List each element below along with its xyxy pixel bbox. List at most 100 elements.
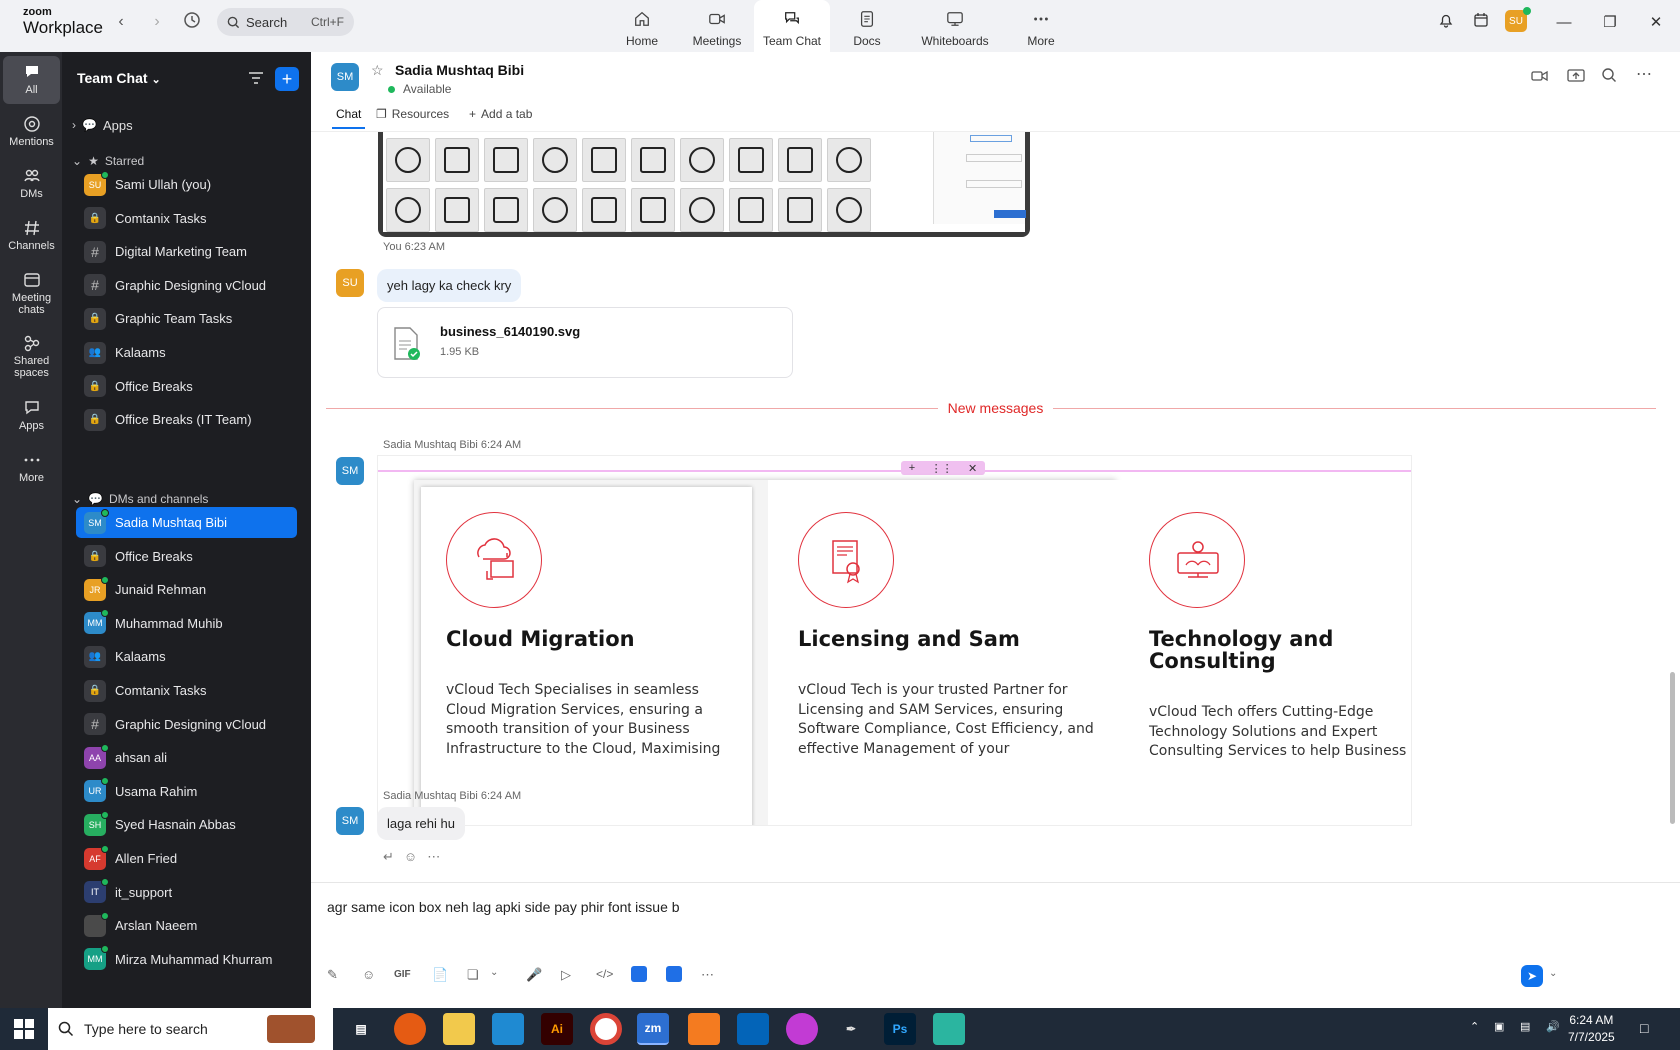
section-starred[interactable]: ⌄ ★ Starred bbox=[72, 151, 144, 171]
rail-more[interactable]: More bbox=[3, 444, 60, 492]
reply-icon[interactable]: ↵ bbox=[383, 849, 394, 865]
app-shortcut-icon[interactable] bbox=[666, 966, 682, 982]
chevron-down-icon[interactable]: ⌄ bbox=[490, 967, 498, 978]
sidebar-item[interactable]: 🔒 Comtanix Tasks bbox=[76, 675, 297, 706]
tab-more[interactable]: More bbox=[1003, 0, 1079, 52]
tab-meetings[interactable]: Meetings bbox=[679, 0, 755, 52]
pen-tool-icon[interactable]: ✒ bbox=[835, 1013, 867, 1045]
tab-whiteboards[interactable]: Whiteboards bbox=[912, 0, 998, 52]
back-arrow-icon[interactable]: ‹ bbox=[110, 11, 132, 33]
microphone-icon[interactable]: 🎤 bbox=[526, 967, 542, 983]
sidebar-item[interactable]: SU Sami Ullah (you) bbox=[76, 169, 297, 200]
sender-avatar[interactable]: SU bbox=[336, 269, 364, 297]
search-bar[interactable]: Search Ctrl+F bbox=[217, 8, 354, 36]
restore-icon[interactable]: ❐ bbox=[1597, 12, 1623, 34]
chrome-icon[interactable] bbox=[590, 1013, 622, 1045]
sidebar-item[interactable]: # Graphic Designing vCloud bbox=[76, 270, 297, 301]
forward-arrow-icon[interactable]: › bbox=[146, 11, 168, 33]
filter-icon[interactable] bbox=[247, 69, 267, 89]
more-icon[interactable]: ⋯ bbox=[427, 849, 440, 865]
sidebar-item[interactable]: 🔒 Graphic Team Tasks bbox=[76, 303, 297, 334]
rail-all[interactable]: All bbox=[3, 56, 60, 104]
sidebar-item[interactable]: AF Allen Fried bbox=[76, 843, 297, 874]
vscode-icon[interactable] bbox=[492, 1013, 524, 1045]
rail-apps[interactable]: Apps bbox=[3, 392, 60, 440]
gif-button[interactable]: GIF bbox=[394, 969, 411, 980]
section-dms[interactable]: ⌄ 💬 DMs and channels bbox=[72, 489, 208, 509]
image-attachment-preview[interactable] bbox=[378, 132, 1030, 237]
sidebar-item[interactable]: SM Sadia Mushtaq Bibi bbox=[76, 507, 297, 538]
app-logo[interactable]: zoom Workplace bbox=[23, 7, 103, 37]
profile-avatar[interactable]: SU bbox=[1505, 7, 1531, 32]
more-options-icon[interactable]: ⋯ bbox=[1636, 64, 1656, 84]
windows-start-icon[interactable] bbox=[14, 1019, 34, 1039]
volume-icon[interactable]: 🔊 bbox=[1546, 1020, 1560, 1033]
sidebar-item[interactable]: MM Muhammad Muhib bbox=[76, 608, 297, 639]
sidebar-item[interactable]: UR Usama Rahim bbox=[76, 776, 297, 807]
rail-shared-spaces[interactable]: Shared spaces bbox=[3, 327, 60, 383]
clock[interactable]: 6:24 AM 7/7/2025 bbox=[1568, 1013, 1615, 1044]
new-chat-button[interactable]: + bbox=[275, 67, 299, 91]
format-icon[interactable]: ✎ bbox=[327, 967, 338, 983]
app-shortcut-icon[interactable] bbox=[631, 966, 647, 982]
illustrator-icon[interactable]: Ai bbox=[541, 1013, 573, 1045]
history-icon[interactable] bbox=[181, 11, 203, 33]
more-icon[interactable]: ⋯ bbox=[701, 967, 714, 983]
tab-home[interactable]: Home bbox=[604, 0, 680, 52]
sender-avatar[interactable]: SM bbox=[336, 807, 364, 835]
sidebar-item[interactable]: 👥 Kalaams bbox=[76, 337, 297, 368]
emoji-icon[interactable]: ☺ bbox=[362, 967, 375, 982]
emoji-icon[interactable]: ☺ bbox=[404, 849, 417, 865]
network-icon[interactable]: ▤ bbox=[1520, 1020, 1530, 1033]
creative-cloud-icon[interactable] bbox=[786, 1013, 818, 1045]
code-icon[interactable]: </> bbox=[596, 967, 613, 981]
tab-resources[interactable]: ❐ Resources bbox=[376, 107, 449, 129]
sidebar-item[interactable]: MM Mirza Muhammad Khurram bbox=[76, 944, 297, 975]
zoom-icon[interactable]: zm bbox=[637, 1013, 669, 1045]
sidebar-item[interactable]: 👥 Kalaams bbox=[76, 641, 297, 672]
message-bubble[interactable]: laga rehi hu bbox=[377, 807, 465, 840]
tab-team-chat[interactable]: Team Chat bbox=[754, 0, 830, 52]
sidebar-item[interactable]: 🔒 Office Breaks bbox=[76, 371, 297, 402]
screenshot-icon[interactable]: ❏ bbox=[467, 967, 479, 983]
sender-avatar[interactable]: SM bbox=[336, 457, 364, 485]
sidebar-title[interactable]: Team Chat ⌄ bbox=[77, 70, 161, 86]
calendar-icon[interactable] bbox=[1468, 12, 1494, 34]
sidebar-item[interactable]: IT it_support bbox=[76, 877, 297, 908]
file-upload-icon[interactable]: 📄 bbox=[432, 967, 448, 983]
share-screen-icon[interactable] bbox=[1567, 67, 1587, 87]
close-icon[interactable]: ✕ bbox=[1643, 12, 1669, 34]
tray-chevron-icon[interactable]: ⌃ bbox=[1470, 1020, 1479, 1033]
sidebar-item[interactable]: 🔒 Office Breaks bbox=[76, 541, 297, 572]
search-icon[interactable] bbox=[1601, 67, 1621, 87]
sidebar-item[interactable]: 🔒 Office Breaks (IT Team) bbox=[76, 404, 297, 435]
video-call-icon[interactable] bbox=[1531, 67, 1551, 87]
rail-dms[interactable]: DMs bbox=[3, 160, 60, 208]
tray-app-icon[interactable]: ▣ bbox=[1494, 1020, 1504, 1033]
video-message-icon[interactable]: ▷ bbox=[561, 967, 571, 983]
notification-icon[interactable]: □ bbox=[1640, 1020, 1648, 1036]
image-attachment[interactable]: + ⋮⋮ ✕ Cloud Migration Licensing and Sam T… bbox=[377, 455, 1412, 826]
sidebar-item[interactable]: Arslan Naeem bbox=[76, 910, 297, 941]
scrollbar-thumb[interactable] bbox=[1670, 672, 1675, 824]
task-view-icon[interactable]: ▤ bbox=[345, 1013, 377, 1045]
message-input[interactable]: agr same icon box neh lag apki side pay … bbox=[327, 899, 680, 915]
file-attachment[interactable]: business_6140190.svg 1.95 KB bbox=[377, 307, 793, 378]
chat-header-avatar[interactable]: SM bbox=[331, 63, 359, 91]
sidebar-item[interactable]: JR Junaid Rehman bbox=[76, 574, 297, 605]
tab-docs[interactable]: Docs bbox=[829, 0, 905, 52]
section-apps[interactable]: › 💬 Apps bbox=[72, 115, 133, 135]
minimize-icon[interactable]: — bbox=[1551, 12, 1577, 34]
file-explorer-icon[interactable] bbox=[443, 1013, 475, 1045]
xampp-icon[interactable] bbox=[688, 1013, 720, 1045]
chat-contact-name[interactable]: Sadia Mushtaq Bibi bbox=[395, 62, 524, 78]
editor-handle[interactable]: + ⋮⋮ ✕ bbox=[901, 461, 985, 475]
sidebar-item[interactable]: AA ahsan ali bbox=[76, 742, 297, 773]
tab-add[interactable]: + Add a tab bbox=[469, 107, 532, 129]
rail-meeting-chats[interactable]: Meeting chats bbox=[3, 264, 60, 320]
firefox-icon[interactable] bbox=[394, 1013, 426, 1045]
message-bubble[interactable]: yeh lagy ka check kry bbox=[377, 269, 522, 302]
bell-icon[interactable] bbox=[1433, 12, 1459, 34]
sidebar-item[interactable]: SH Syed Hasnain Abbas bbox=[76, 809, 297, 840]
rail-channels[interactable]: Channels bbox=[3, 212, 60, 260]
